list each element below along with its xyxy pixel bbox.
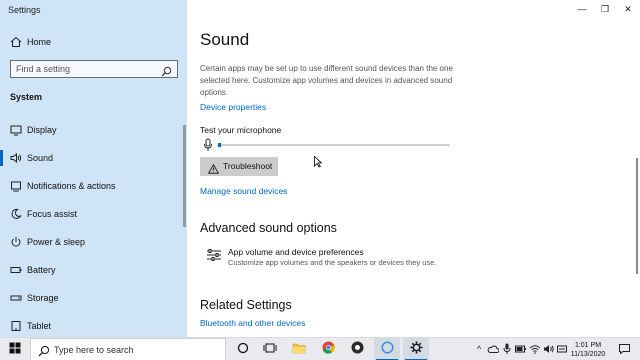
sidebar-item-home[interactable]: Home — [0, 30, 187, 54]
tablet-icon — [10, 320, 22, 332]
close-button[interactable]: ✕ — [616, 2, 640, 16]
sidebar-item-label: Power & sleep — [27, 237, 86, 247]
home-icon — [10, 36, 22, 48]
task-view-button[interactable] — [231, 338, 255, 360]
minimize-button[interactable]: — — [570, 2, 594, 16]
sidebar-item-storage[interactable]: Storage — [0, 286, 187, 310]
troubleshoot-button[interactable]: Troubleshoot — [200, 157, 278, 176]
timeline-icon — [263, 341, 277, 359]
sidebar-item-focus-assist[interactable]: Focus assist — [0, 202, 187, 226]
sidebar-item-label: Storage — [27, 293, 59, 303]
task-view-icon — [237, 341, 249, 359]
page-title: Sound — [200, 30, 250, 49]
sidebar-item-label: Home — [27, 37, 52, 47]
power-icon — [10, 236, 22, 248]
timeline-button[interactable] — [258, 338, 282, 360]
device-properties-link[interactable]: Device properties — [200, 102, 266, 112]
settings-icon — [410, 341, 423, 359]
chrome-icon — [322, 341, 335, 359]
clock-date: 11/13/2020 — [570, 351, 606, 358]
sidebar-item-label: Focus assist — [27, 209, 78, 219]
sidebar-item-label: Battery — [27, 265, 56, 275]
cortana-ring-icon — [380, 340, 394, 359]
search-icon[interactable] — [161, 64, 172, 77]
sidebar-section-system: System — [10, 92, 43, 102]
sidebar-item-battery[interactable]: Battery — [0, 258, 187, 282]
advanced-sound-options-heading: Advanced sound options — [200, 221, 337, 235]
main-scrollbar[interactable] — [636, 158, 638, 274]
find-setting-input[interactable]: Find a setting — [10, 60, 178, 78]
related-settings-heading: Related Settings — [200, 298, 292, 312]
search-placeholder: Find a setting — [16, 64, 71, 74]
chrome-button[interactable] — [316, 338, 340, 360]
window-title: Settings — [8, 5, 41, 15]
sidebar-scrollbar[interactable] — [183, 125, 186, 227]
obs-icon — [351, 341, 364, 359]
sidebar-item-label: Display — [27, 125, 57, 135]
obs-button[interactable] — [345, 338, 369, 360]
storage-icon — [10, 292, 22, 304]
battery-tray-icon[interactable] — [515, 342, 527, 356]
sidebar-item-notifications[interactable]: Notifications & actions — [0, 174, 187, 198]
input-indicator-icon[interactable] — [556, 342, 568, 356]
wifi-icon[interactable] — [529, 342, 541, 356]
app-volume-subtitle: Customize app volumes and the speakers o… — [228, 258, 437, 267]
sidebar-item-tablet[interactable]: Tablet — [0, 314, 187, 338]
sidebar-item-sound[interactable]: Sound — [0, 146, 187, 170]
taskbar-clock[interactable]: 1:01 PM 11/13/2020 — [568, 341, 608, 359]
microphone-icon — [203, 138, 213, 152]
mouse-cursor-icon — [314, 155, 323, 168]
microphone-level-track — [218, 144, 450, 146]
taskbar-search-placeholder: Type here to search — [54, 345, 134, 355]
file-explorer-button[interactable] — [287, 338, 311, 360]
warning-icon — [207, 161, 220, 174]
notifications-icon — [10, 180, 22, 192]
microphone-tray-icon[interactable] — [501, 342, 513, 356]
settings-sidebar: Settings Home Find a setting System Disp… — [0, 0, 187, 337]
sidebar-item-label: Sound — [27, 153, 54, 163]
sidebar-item-label: Notifications & actions — [27, 181, 116, 191]
onedrive-cloud-icon[interactable] — [487, 342, 499, 356]
test-microphone-label: Test your microphone — [200, 125, 282, 135]
file-explorer-icon — [292, 341, 306, 359]
troubleshoot-label: Troubleshoot — [223, 161, 273, 171]
sidebar-item-power-sleep[interactable]: Power & sleep — [0, 230, 187, 254]
taskbar-search-input[interactable]: Type here to search — [30, 338, 226, 360]
microphone-level-fill — [218, 143, 221, 147]
maximize-button[interactable]: ❐ — [593, 2, 617, 16]
sidebar-item-label: Tablet — [27, 321, 52, 331]
windows-logo-icon — [9, 341, 21, 359]
app-volume-sliders-icon[interactable] — [206, 248, 222, 262]
start-button[interactable] — [4, 338, 26, 360]
display-icon — [10, 124, 22, 136]
cortana-button[interactable] — [374, 338, 400, 360]
sidebar-item-display[interactable]: Display — [0, 118, 187, 142]
notifications-center-icon[interactable] — [618, 342, 630, 356]
clock-time: 1:01 PM — [574, 342, 602, 349]
show-hidden-icons-chevron-icon[interactable]: ^ — [473, 342, 485, 356]
search-icon — [38, 344, 50, 357]
bluetooth-devices-link[interactable]: Bluetooth and other devices — [200, 318, 305, 328]
battery-icon — [10, 264, 22, 276]
app-volume-title[interactable]: App volume and device preferences — [228, 247, 364, 257]
moon-icon — [10, 208, 22, 220]
speaker-icon — [10, 152, 22, 164]
sound-description: Certain apps may be set up to use differ… — [200, 64, 453, 97]
settings-taskbar-button[interactable] — [403, 338, 429, 360]
manage-sound-devices-link[interactable]: Manage sound devices — [200, 186, 287, 196]
volume-tray-icon[interactable] — [543, 342, 555, 356]
taskbar: Type here to search ^ 1:01 PM 11/13/2020 — [0, 337, 640, 360]
